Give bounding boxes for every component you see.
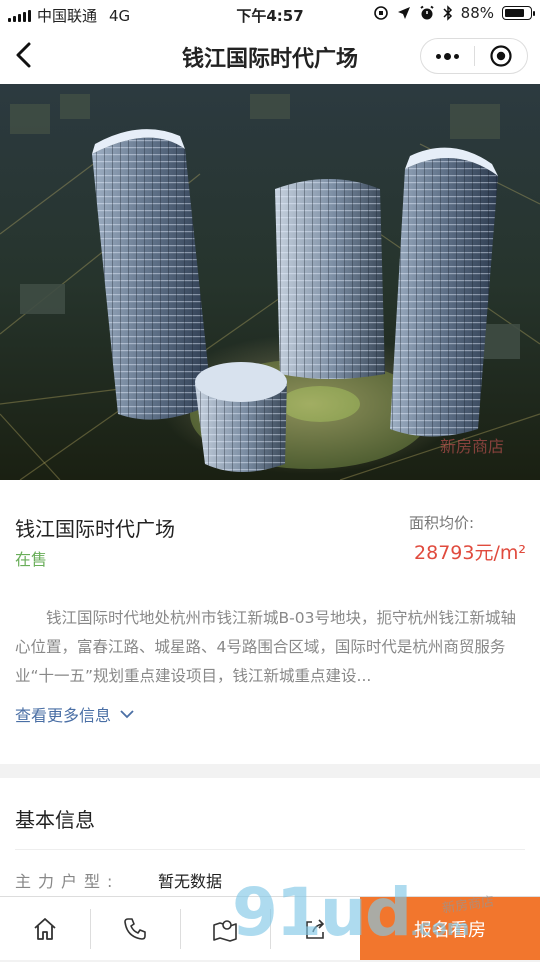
close-button[interactable] — [475, 39, 528, 73]
home-button[interactable] — [0, 897, 90, 960]
home-icon — [34, 917, 56, 940]
section-title: 基本信息 — [15, 808, 95, 832]
price-label: 面积均价: — [408, 514, 474, 532]
chevron-down-icon — [120, 710, 134, 719]
hero-watermark: 新房商店 — [440, 437, 504, 456]
project-hero-image: 新房商店 — [0, 84, 540, 480]
view-more-label: 查看更多信息 — [15, 706, 112, 725]
watermark-domain: .com — [410, 916, 470, 941]
price-value: 28793元/m² — [414, 542, 526, 564]
project-name: 钱江国际时代广场 — [15, 517, 175, 541]
bluetooth-icon — [443, 5, 452, 21]
site-watermark: 91ud.com — [232, 880, 470, 962]
watermark-logo: 91ud — [232, 874, 412, 951]
project-description: 钱江国际时代地处杭州市钱江新城B-03号地块，扼守杭州钱江新城轴心位置，富春江路… — [15, 609, 516, 685]
mini-program-capsule — [420, 38, 528, 74]
battery-percent: 88% — [460, 4, 494, 22]
target-circle-icon — [490, 45, 512, 67]
status-badge: 在售 — [15, 550, 48, 569]
alarm-icon — [420, 5, 434, 20]
view-more-button[interactable]: 查看更多信息 — [15, 702, 135, 726]
info-row-label: 主力户型: — [15, 872, 120, 891]
call-button[interactable] — [90, 897, 180, 960]
battery-icon — [502, 6, 535, 20]
phone-icon — [124, 917, 146, 940]
project-info-card: 钱江国际时代广场 在售 面积均价: 28793元/m² 钱江国际时代地处杭州市钱… — [0, 480, 540, 764]
status-right: 88% — [373, 4, 535, 22]
hero-render: 新房商店 — [0, 84, 540, 480]
more-button[interactable] — [421, 39, 474, 73]
status-bar: 中国联通 4G 下午4:57 88% — [0, 0, 540, 28]
more-dots-icon — [435, 52, 459, 60]
location-icon — [397, 7, 410, 19]
nav-bar: 钱江国际时代广场 — [0, 28, 540, 84]
orientation-lock-icon — [373, 6, 388, 20]
divider — [15, 849, 525, 850]
info-row-value: 暂无数据 — [158, 872, 223, 891]
